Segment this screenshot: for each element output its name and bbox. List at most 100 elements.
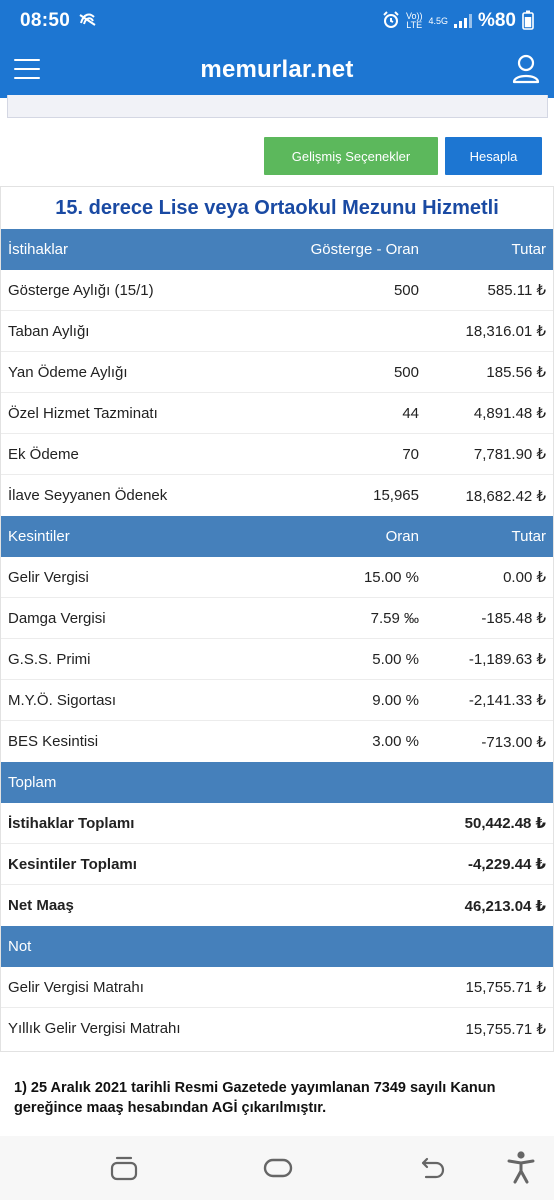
column-header: İstihaklar — [8, 241, 69, 258]
row-amount: -185.48 ₺ — [481, 610, 546, 627]
table-row: Gelir Vergisi 15.00 % 0.00 ₺ — [1, 557, 553, 598]
row-label: Damga Vergisi — [8, 609, 106, 627]
row-amount: 585.11 ₺ — [487, 282, 546, 299]
notes-table: Gelir Vergisi Matrahı 15,755.71 ₺ Yıllık … — [1, 967, 553, 1049]
row-amount: -1,189.63 ₺ — [468, 651, 546, 668]
deductions-table: Gelir Vergisi 15.00 % 0.00 ₺ Damga Vergisi… — [1, 557, 553, 762]
battery-level: %80 — [477, 10, 516, 31]
notes-header: Not — [1, 926, 553, 967]
status-bar: 08:50 Vo)) LTE 4.5G %80 — [0, 0, 554, 42]
section-title: Toplam — [8, 774, 57, 791]
column-header: Tutar — [511, 241, 546, 258]
row-amount: 46,213.04 ₺ — [464, 897, 546, 915]
row-rate: 44 — [402, 404, 419, 422]
accessibility-icon[interactable] — [506, 1150, 536, 1189]
lte-label: LTE — [406, 20, 423, 30]
row-label: Taban Aylığı — [8, 322, 90, 340]
row-amount: -4,229.44 ₺ — [468, 856, 546, 873]
notification-icon — [78, 11, 98, 32]
row-rate: 3.00 % — [372, 733, 419, 750]
row-label: Ek Ödeme — [8, 445, 79, 463]
table-row: Yıllık Gelir Vergisi Matrahı 15,755.71 ₺ — [1, 1008, 553, 1049]
row-rate: 9.00 % — [372, 691, 419, 709]
row-rate: 70 — [402, 445, 419, 463]
status-time: 08:50 — [20, 10, 71, 31]
row-amount: 4,891.48 ₺ — [473, 405, 546, 422]
table-row: Gelir Vergisi Matrahı 15,755.71 ₺ — [1, 967, 553, 1008]
table-row: Taban Aylığı 18,316.01 ₺ — [1, 311, 553, 352]
entitlements-header: İstihaklar Gösterge - Oran Tutar — [1, 229, 553, 270]
row-label: Kesintiler Toplamı — [8, 855, 137, 873]
table-row: BES Kesintisi 3.00 % -713.00 ₺ — [1, 721, 553, 762]
row-rate: 7.59 ‰ — [370, 609, 419, 627]
column-header: Tutar — [511, 528, 546, 545]
table-row: G.S.S. Primi 5.00 % -1,189.63 ₺ — [1, 639, 553, 680]
app-bar: memurlar.net — [0, 42, 554, 98]
recent-apps-icon[interactable] — [108, 1154, 140, 1187]
row-rate: 500 — [393, 363, 419, 381]
row-label: M.Y.Ö. Sigortası — [8, 691, 117, 709]
hamburger-menu-icon[interactable] — [14, 56, 40, 82]
row-amount: 15,755.71 ₺ — [465, 1020, 546, 1038]
row-amount: 50,442.48 ₺ — [464, 815, 546, 832]
row-label: Gelir Vergisi — [8, 568, 89, 586]
site-logo[interactable]: memurlar.net — [200, 56, 353, 84]
row-rate: 500 — [393, 281, 419, 299]
row-label: İstihaklar Toplamı — [8, 814, 135, 832]
row-label: G.S.S. Primi — [8, 650, 91, 668]
row-rate: 15,965 — [373, 487, 419, 504]
home-icon[interactable] — [262, 1154, 294, 1187]
row-amount: 15,755.71 ₺ — [465, 979, 546, 996]
table-row: İlave Seyyanen Ödenek 15,965 18,682.42 ₺ — [1, 475, 553, 516]
salary-result-panel: 15. derece Lise veya Ortaokul Mezunu Hiz… — [0, 186, 554, 1052]
user-icon[interactable] — [512, 54, 540, 84]
column-header: Kesintiler — [8, 528, 70, 545]
row-amount: -713.00 ₺ — [481, 733, 546, 751]
row-amount: 18,682.42 ₺ — [465, 487, 546, 505]
row-amount: 0.00 ₺ — [503, 569, 546, 586]
footnote: 1) 25 Aralık 2021 tarihli Resmi Gazetede… — [14, 1080, 496, 1116]
totals-table: İstihaklar Toplamı 50,442.48 ₺ Kesintiler… — [1, 803, 553, 926]
row-label: Yıllık Gelir Vergisi Matrahı — [8, 1020, 181, 1037]
column-header: Gösterge - Oran — [310, 241, 419, 258]
row-rate: 5.00 % — [372, 650, 419, 668]
row-label: Gelir Vergisi Matrahı — [8, 978, 144, 996]
row-amount: -2,141.33 ₺ — [468, 692, 546, 709]
table-row: Gösterge Aylığı (15/1) 500 585.11 ₺ — [1, 270, 553, 311]
deductions-header: Kesintiler Oran Tutar — [1, 516, 553, 557]
table-row: Ek Ödeme 70 7,781.90 ₺ — [1, 434, 553, 475]
row-label: İlave Seyyanen Ödenek — [8, 487, 168, 504]
table-row: Yan Ödeme Aylığı 500 185.56 ₺ — [1, 352, 553, 393]
row-amount: 7,781.90 ₺ — [473, 446, 546, 463]
row-label: Yan Ödeme Aylığı — [8, 363, 128, 381]
entitlements-table: Gösterge Aylığı (15/1) 500 585.11 ₺ Taban … — [1, 270, 553, 516]
form-panel-bottom — [7, 95, 548, 118]
table-row: Kesintiler Toplamı -4,229.44 ₺ — [1, 844, 553, 885]
row-label: BES Kesintisi — [8, 733, 99, 750]
row-rate: 15.00 % — [363, 568, 419, 586]
table-row: Damga Vergisi 7.59 ‰ -185.48 ₺ — [1, 598, 553, 639]
back-icon[interactable] — [418, 1154, 448, 1187]
calculate-button[interactable]: Hesapla — [445, 137, 542, 175]
table-row: Net Maaş 46,213.04 ₺ — [1, 885, 553, 926]
status-indicators: Vo)) LTE 4.5G %80 — [382, 10, 534, 33]
table-row: Özel Hizmet Tazminatı 44 4,891.48 ₺ — [1, 393, 553, 434]
signal-icon — [453, 14, 472, 28]
row-amount: 185.56 ₺ — [486, 364, 546, 381]
totals-header: Toplam — [1, 762, 553, 803]
column-header: Oran — [385, 528, 419, 545]
row-label: Özel Hizmet Tazminatı — [8, 404, 158, 422]
result-title: 15. derece Lise veya Ortaokul Mezunu Hiz… — [55, 196, 499, 219]
section-title: Not — [8, 938, 32, 955]
volte-indicator: Vo)) LTE — [406, 12, 423, 30]
action-buttons: Gelişmiş Seçenekler Hesapla — [0, 137, 554, 175]
row-label: Gösterge Aylığı (15/1) — [8, 281, 154, 299]
battery-icon — [522, 10, 534, 33]
table-row: İstihaklar Toplamı 50,442.48 ₺ — [1, 803, 553, 844]
table-row: M.Y.Ö. Sigortası 9.00 % -2,141.33 ₺ — [1, 680, 553, 721]
system-nav-bar — [0, 1136, 554, 1200]
advanced-options-button[interactable]: Gelişmiş Seçenekler — [264, 137, 438, 175]
row-amount: 18,316.01 ₺ — [465, 323, 546, 340]
alarm-icon — [382, 10, 400, 32]
row-label: Net Maaş — [8, 897, 74, 914]
